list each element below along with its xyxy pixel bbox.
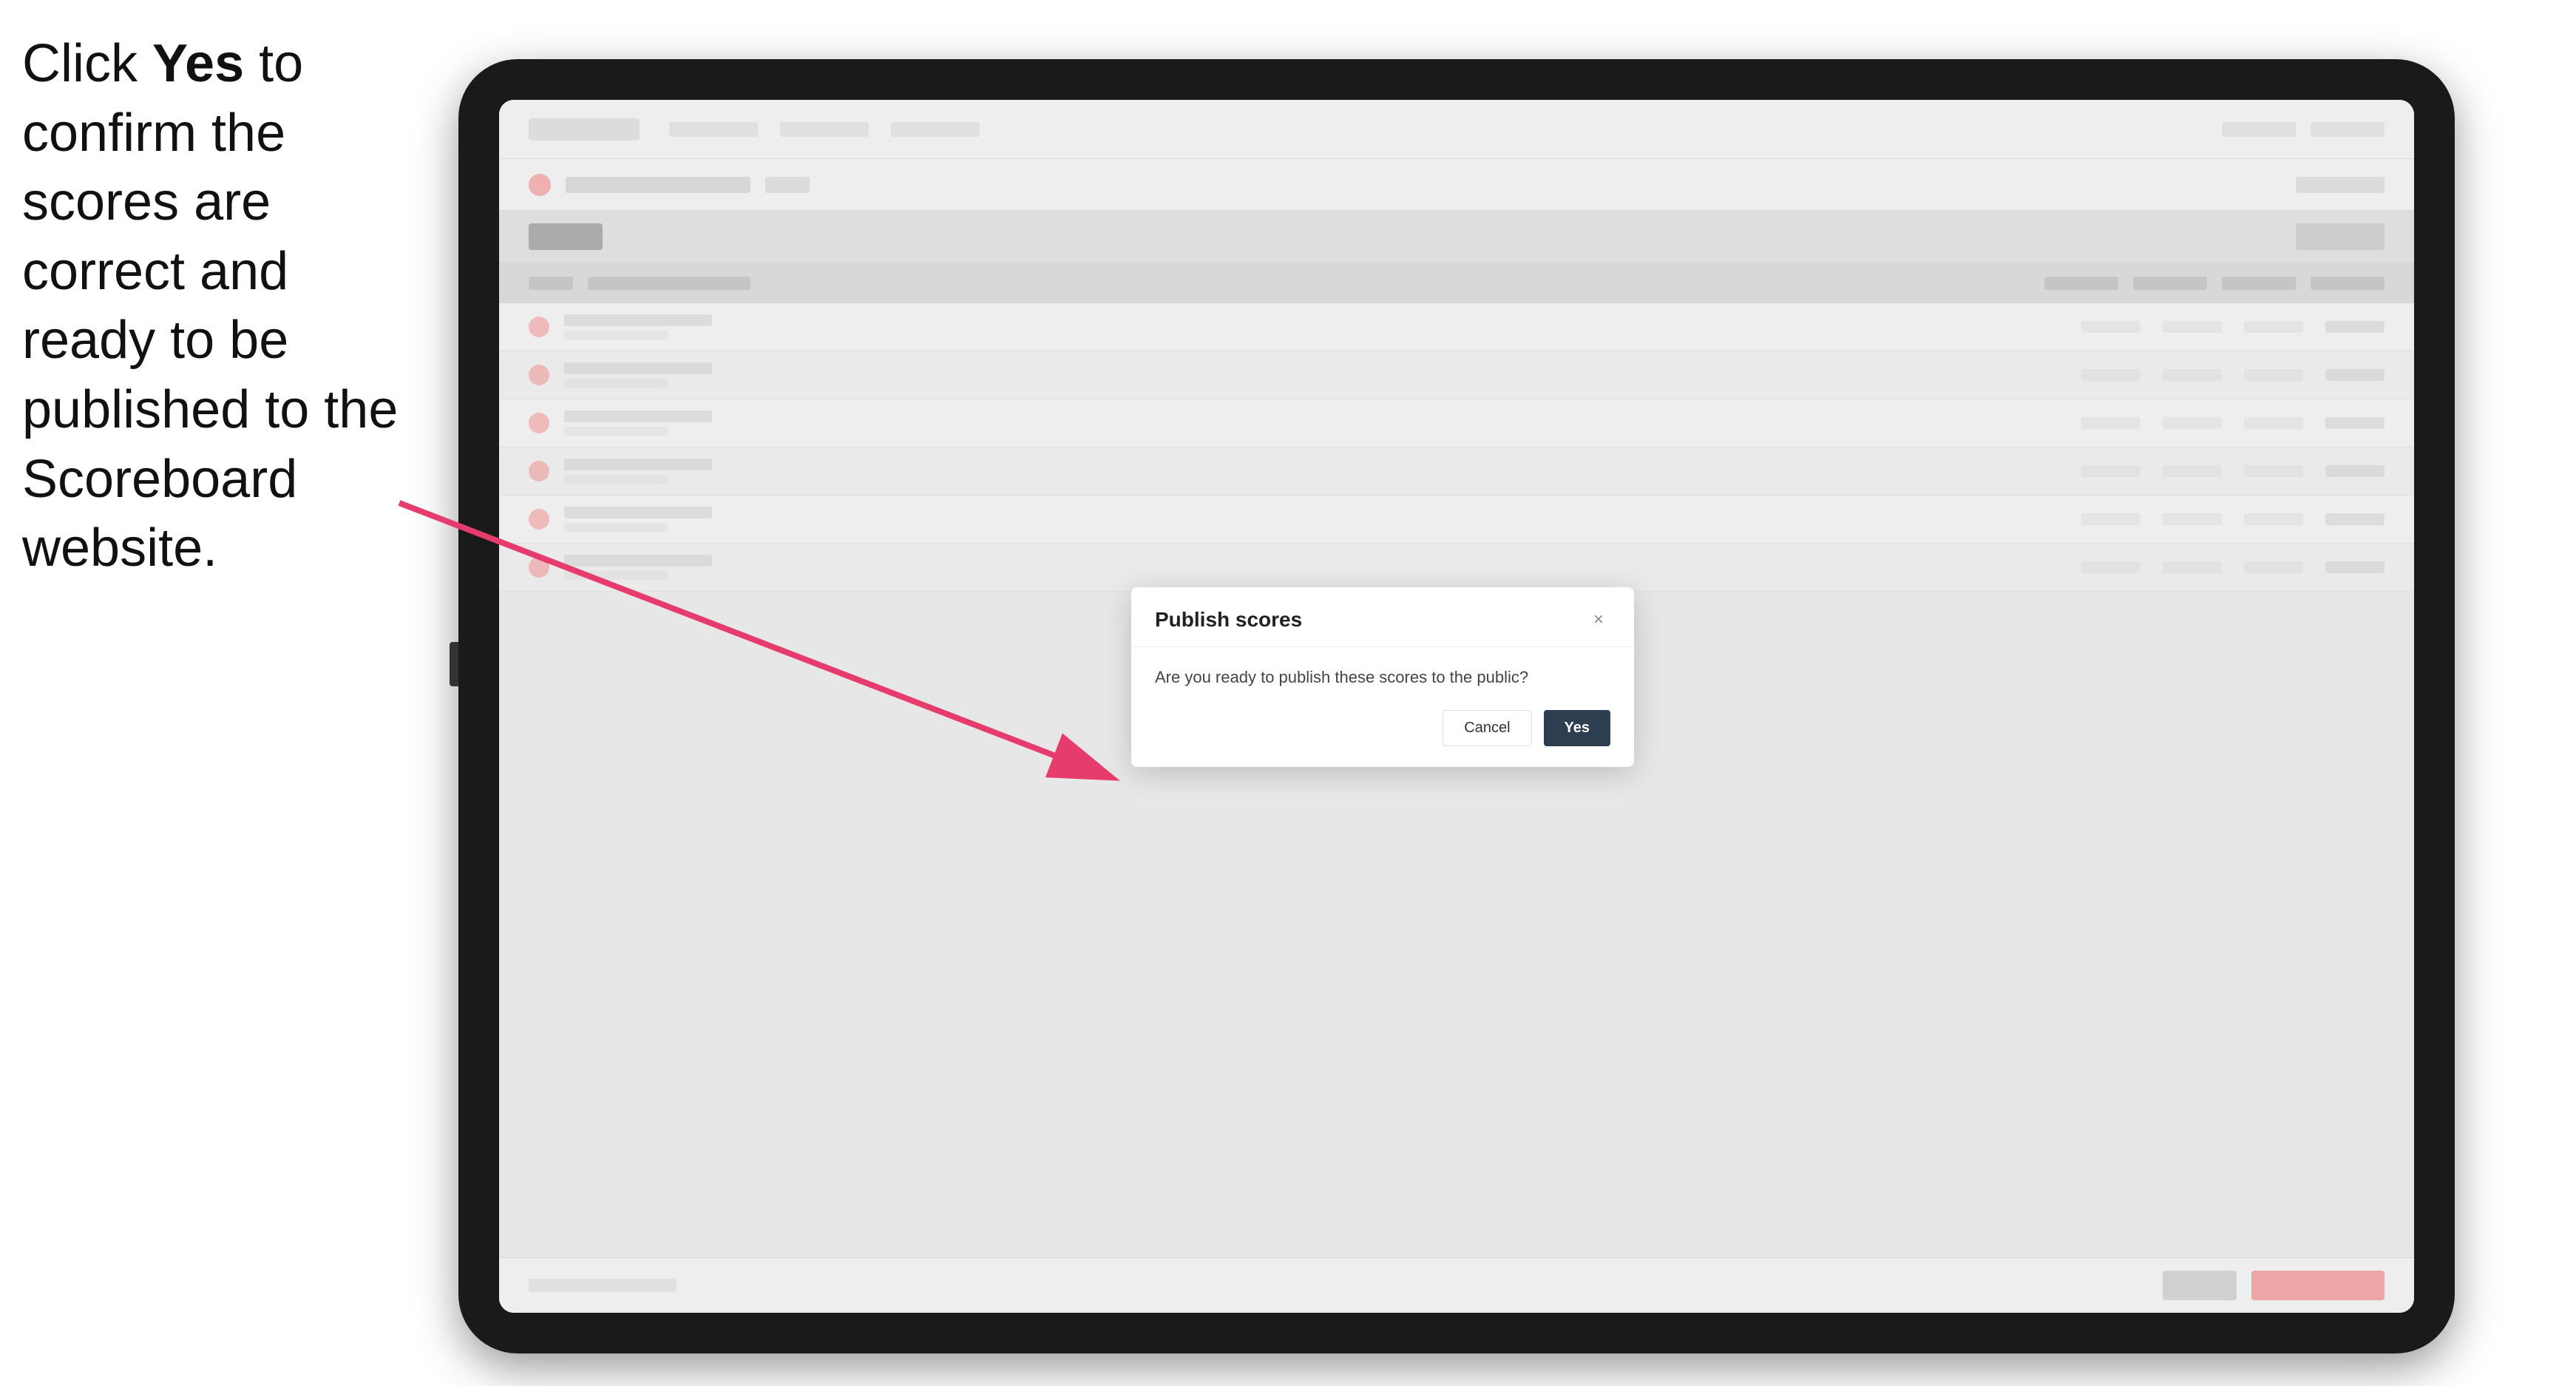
instruction-text-prefix: Click [22,34,152,93]
modal-confirm-button[interactable]: Yes [1544,710,1610,746]
instruction-text: Click Yes to confirm the scores are corr… [22,30,407,584]
publish-scores-dialog: Publish scores × Are you ready to publis… [1131,587,1634,767]
tablet-side-button [450,642,458,686]
tablet-shell: Publish scores × Are you ready to publis… [458,59,2455,1353]
instruction-bold: Yes [152,34,244,93]
modal-footer: Cancel Yes [1131,710,1634,767]
modal-close-button[interactable]: × [1587,608,1610,632]
app-content: Publish scores × Are you ready to publis… [499,100,2414,1313]
modal-title: Publish scores [1155,608,1302,632]
modal-message: Are you ready to publish these scores to… [1155,665,1610,689]
modal-cancel-button[interactable]: Cancel [1443,710,1531,746]
modal-overlay: Publish scores × Are you ready to publis… [499,100,2414,1313]
modal-body: Are you ready to publish these scores to… [1131,647,1634,710]
instruction-text-suffix: to confirm the scores are correct and re… [22,34,398,578]
modal-header: Publish scores × [1131,587,1634,647]
tablet-screen: Publish scores × Are you ready to publis… [499,100,2414,1313]
